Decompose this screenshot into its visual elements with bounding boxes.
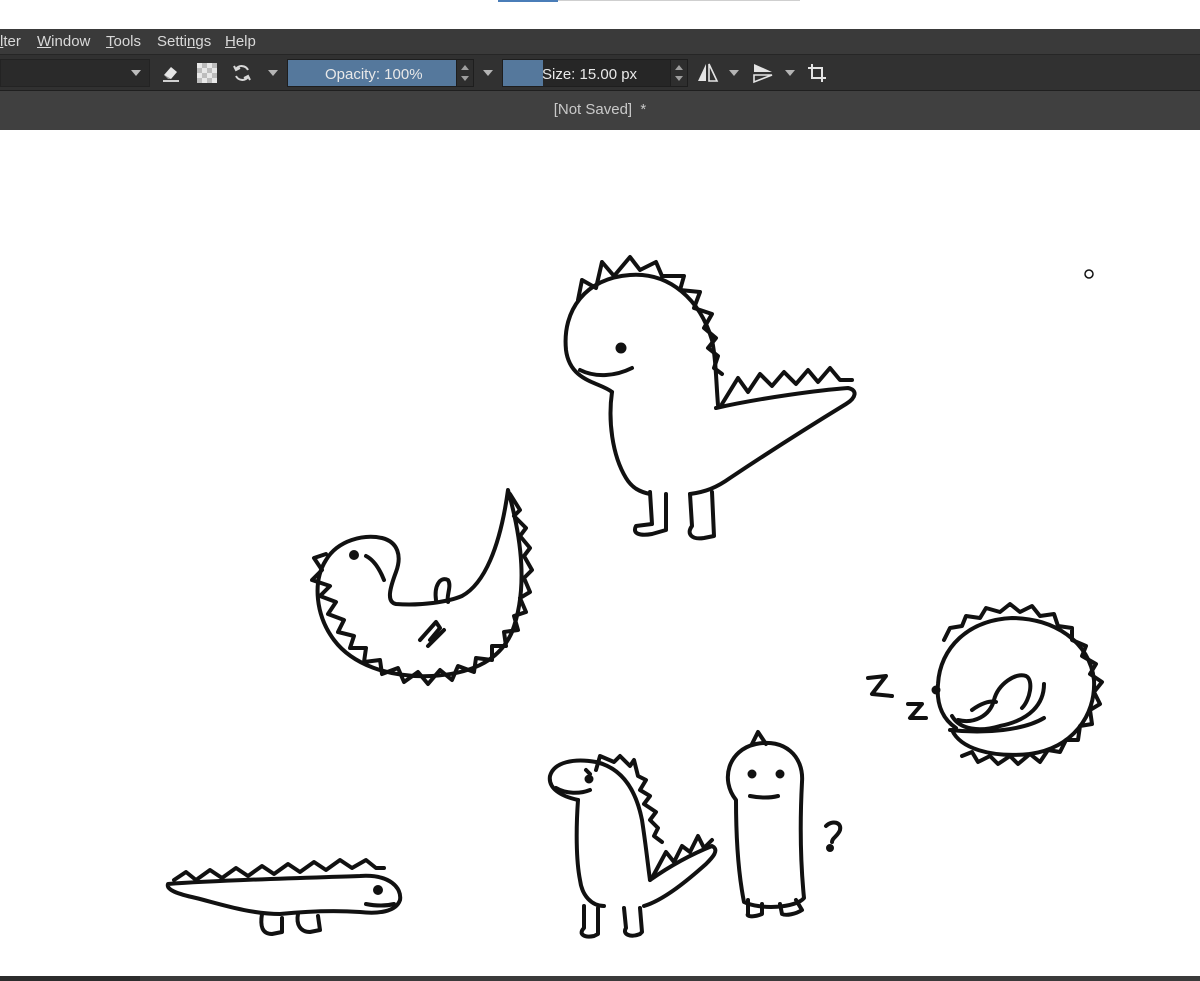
reload-options-chevron-icon[interactable]	[268, 70, 278, 76]
mirror-horizontal-options-chevron-icon[interactable]	[729, 70, 739, 76]
spin-down-icon[interactable]	[675, 76, 683, 81]
brush-size-spinner[interactable]	[670, 59, 688, 87]
opacity-spinner[interactable]	[456, 59, 474, 87]
menu-tools[interactable]: Tools	[106, 33, 141, 50]
canvas-artwork	[165, 255, 1104, 939]
blob-creature	[725, 730, 843, 919]
brush-cursor-icon	[1084, 269, 1094, 279]
brush-size-slider-fill	[503, 60, 544, 86]
window-top-strip	[0, 0, 1200, 29]
menu-filter[interactable]: lter	[0, 33, 21, 50]
tab-underline	[558, 0, 800, 1]
spin-down-icon[interactable]	[461, 76, 469, 81]
standing-dinosaur	[563, 255, 857, 541]
menu-bar: lter Window Tools Settings Help	[0, 29, 1200, 54]
alpha-checker-icon	[197, 63, 217, 83]
eraser-icon	[163, 67, 179, 82]
reload-preset-button[interactable]	[229, 60, 255, 86]
status-segment	[0, 976, 140, 981]
document-title: [Not Saved] *	[553, 101, 647, 118]
crop-icon	[808, 64, 826, 82]
opacity-options-chevron-icon[interactable]	[483, 70, 493, 76]
mirror-vertical-options-chevron-icon[interactable]	[785, 70, 795, 76]
preserve-alpha-button[interactable]	[194, 60, 220, 86]
opacity-slider[interactable]: Opacity: 100%	[287, 59, 457, 87]
mirror-vertical-button[interactable]	[750, 60, 776, 86]
blending-mode-select[interactable]	[0, 59, 150, 87]
brush-toolbar: Opacity: 100% Size: 15.00 px	[0, 54, 1200, 91]
active-tab-indicator	[498, 0, 558, 2]
sleeping-dinosaur	[866, 602, 1104, 766]
crawling-dinosaur	[165, 858, 403, 936]
lying-dinosaur	[310, 488, 534, 686]
document-title-bar: [Not Saved] *	[0, 91, 1200, 130]
brush-size-label: Size: 15.00 px	[542, 66, 638, 83]
opacity-label: Opacity: 100%	[325, 66, 423, 83]
menu-help[interactable]: Help	[225, 33, 256, 50]
status-bar	[0, 976, 1200, 981]
mirror-horizontal-button[interactable]	[695, 60, 721, 86]
menu-settings[interactable]: Settings	[157, 33, 211, 50]
mirror-vertical-icon	[753, 64, 773, 84]
reload-preset-icon	[233, 65, 251, 81]
small-dinosaur	[547, 754, 718, 939]
mirror-horizontal-icon	[698, 63, 719, 82]
brush-size-slider[interactable]: Size: 15.00 px	[502, 59, 672, 87]
drawing-canvas[interactable]	[0, 130, 1200, 976]
chevron-down-icon	[131, 70, 141, 76]
wrap-around-button[interactable]	[804, 60, 830, 86]
eraser-mode-button[interactable]	[158, 60, 184, 86]
spin-up-icon[interactable]	[461, 65, 469, 70]
menu-window[interactable]: Window	[37, 33, 90, 50]
spin-up-icon[interactable]	[675, 65, 683, 70]
